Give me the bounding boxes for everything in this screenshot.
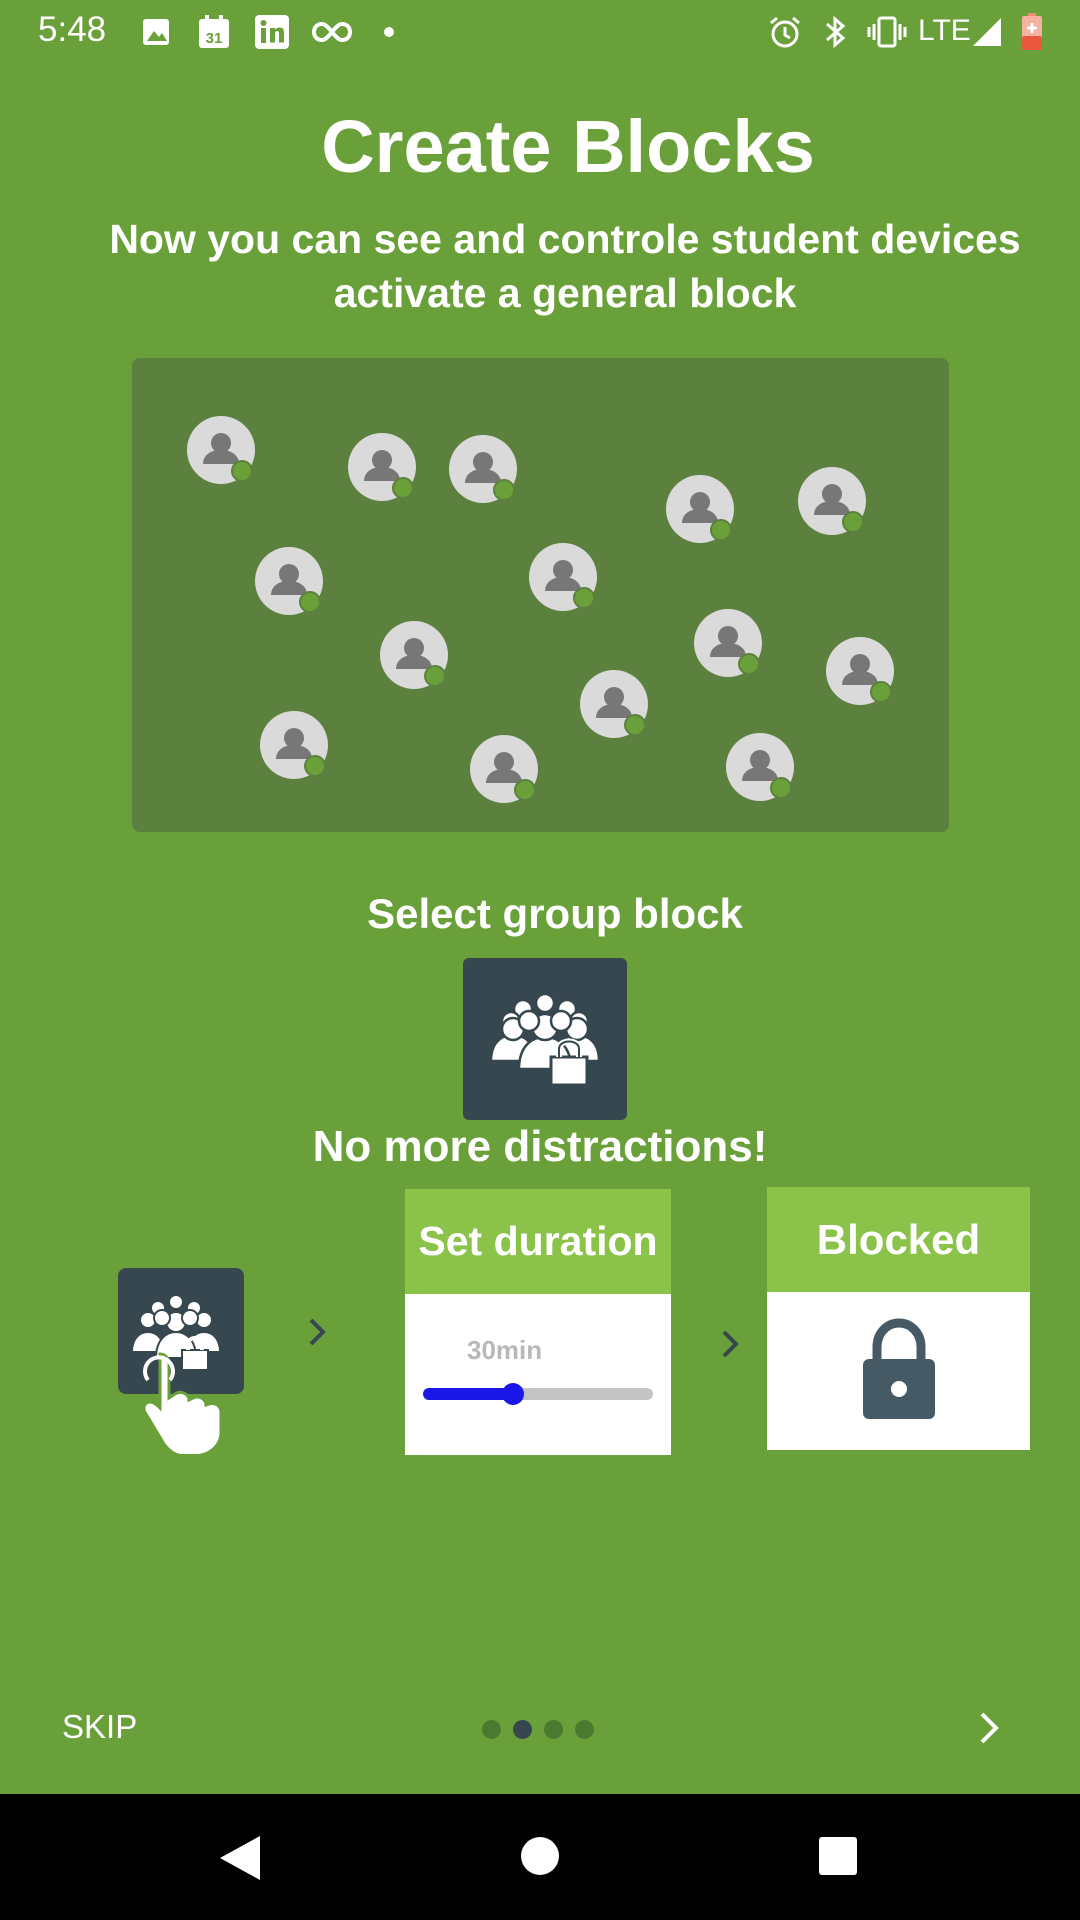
group-block-button[interactable] bbox=[463, 958, 627, 1120]
page-subtitle: Now you can see and controle student dev… bbox=[109, 216, 1021, 316]
student-device bbox=[380, 621, 450, 691]
set-duration-title: Set duration bbox=[405, 1189, 671, 1294]
duration-slider-thumb[interactable] bbox=[501, 1383, 524, 1405]
online-status-dot bbox=[304, 755, 326, 777]
system-navigation-bar bbox=[0, 1794, 1080, 1920]
blocked-card: Blocked bbox=[767, 1187, 1030, 1450]
dot-icon bbox=[383, 12, 395, 52]
status-time: 5:48 bbox=[38, 10, 107, 49]
duration-value-label: 30min bbox=[467, 1335, 543, 1365]
skip-button[interactable]: SKIP bbox=[62, 1708, 137, 1746]
student-devices-panel bbox=[132, 358, 949, 832]
blocked-title: Blocked bbox=[767, 1187, 1030, 1292]
online-status-dot bbox=[842, 511, 864, 533]
tagline: No more distractions! bbox=[312, 1122, 768, 1171]
select-group-block-label: Select group block bbox=[367, 890, 743, 937]
linkedin-icon bbox=[254, 12, 290, 52]
lock-icon bbox=[863, 1318, 935, 1419]
alarm-icon bbox=[767, 12, 803, 52]
battery-icon bbox=[1020, 12, 1044, 52]
recents-icon[interactable] bbox=[818, 1836, 858, 1876]
online-status-dot bbox=[493, 479, 515, 501]
svg-text:31: 31 bbox=[206, 30, 223, 47]
online-status-dot bbox=[710, 519, 732, 541]
set-duration-card: Set duration 30min bbox=[405, 1189, 671, 1455]
network-type: LTE bbox=[918, 14, 971, 47]
student-device bbox=[580, 670, 650, 740]
online-status-dot bbox=[392, 477, 414, 499]
student-device bbox=[826, 637, 896, 707]
tap-ring-icon bbox=[143, 1355, 175, 1382]
student-device bbox=[470, 735, 540, 805]
student-device bbox=[187, 416, 257, 486]
vibrate-icon bbox=[866, 12, 908, 52]
next-button[interactable] bbox=[970, 1708, 1010, 1748]
online-status-dot bbox=[231, 460, 253, 482]
page-indicator bbox=[482, 1720, 594, 1739]
student-device bbox=[449, 435, 519, 505]
group-lock-icon bbox=[489, 992, 601, 1087]
student-device bbox=[255, 547, 325, 617]
signal-icon bbox=[971, 12, 1003, 52]
page-title: Create Blocks bbox=[321, 105, 815, 188]
student-device bbox=[260, 711, 330, 781]
duration-slider[interactable] bbox=[423, 1383, 653, 1405]
online-status-dot bbox=[573, 587, 595, 609]
step-tap-group-block bbox=[118, 1268, 244, 1454]
student-device bbox=[726, 733, 796, 803]
status-bar: 5:48 31 LTE bbox=[0, 0, 1080, 64]
page-dot bbox=[544, 1720, 563, 1739]
student-device bbox=[529, 543, 599, 613]
online-status-dot bbox=[624, 714, 646, 736]
page-dot bbox=[513, 1720, 532, 1739]
calendar-icon: 31 bbox=[197, 12, 231, 52]
chevron-right-icon bbox=[722, 1330, 739, 1358]
online-status-dot bbox=[870, 681, 892, 703]
page-dot bbox=[575, 1720, 594, 1739]
image-icon bbox=[141, 12, 171, 52]
home-icon[interactable] bbox=[520, 1836, 560, 1876]
back-icon[interactable] bbox=[216, 1834, 262, 1882]
online-status-dot bbox=[738, 653, 760, 675]
online-status-dot bbox=[770, 777, 792, 799]
online-status-dot bbox=[424, 665, 446, 687]
page-dot bbox=[482, 1720, 501, 1739]
online-status-dot bbox=[299, 591, 321, 613]
infinity-icon bbox=[311, 12, 353, 52]
duration-slider-fill bbox=[423, 1388, 513, 1400]
student-device bbox=[666, 475, 736, 545]
student-device bbox=[694, 609, 764, 679]
online-status-dot bbox=[514, 779, 536, 801]
chevron-right-icon bbox=[309, 1318, 326, 1346]
student-device bbox=[348, 433, 418, 503]
student-device bbox=[798, 467, 868, 537]
bluetooth-icon bbox=[820, 12, 850, 52]
